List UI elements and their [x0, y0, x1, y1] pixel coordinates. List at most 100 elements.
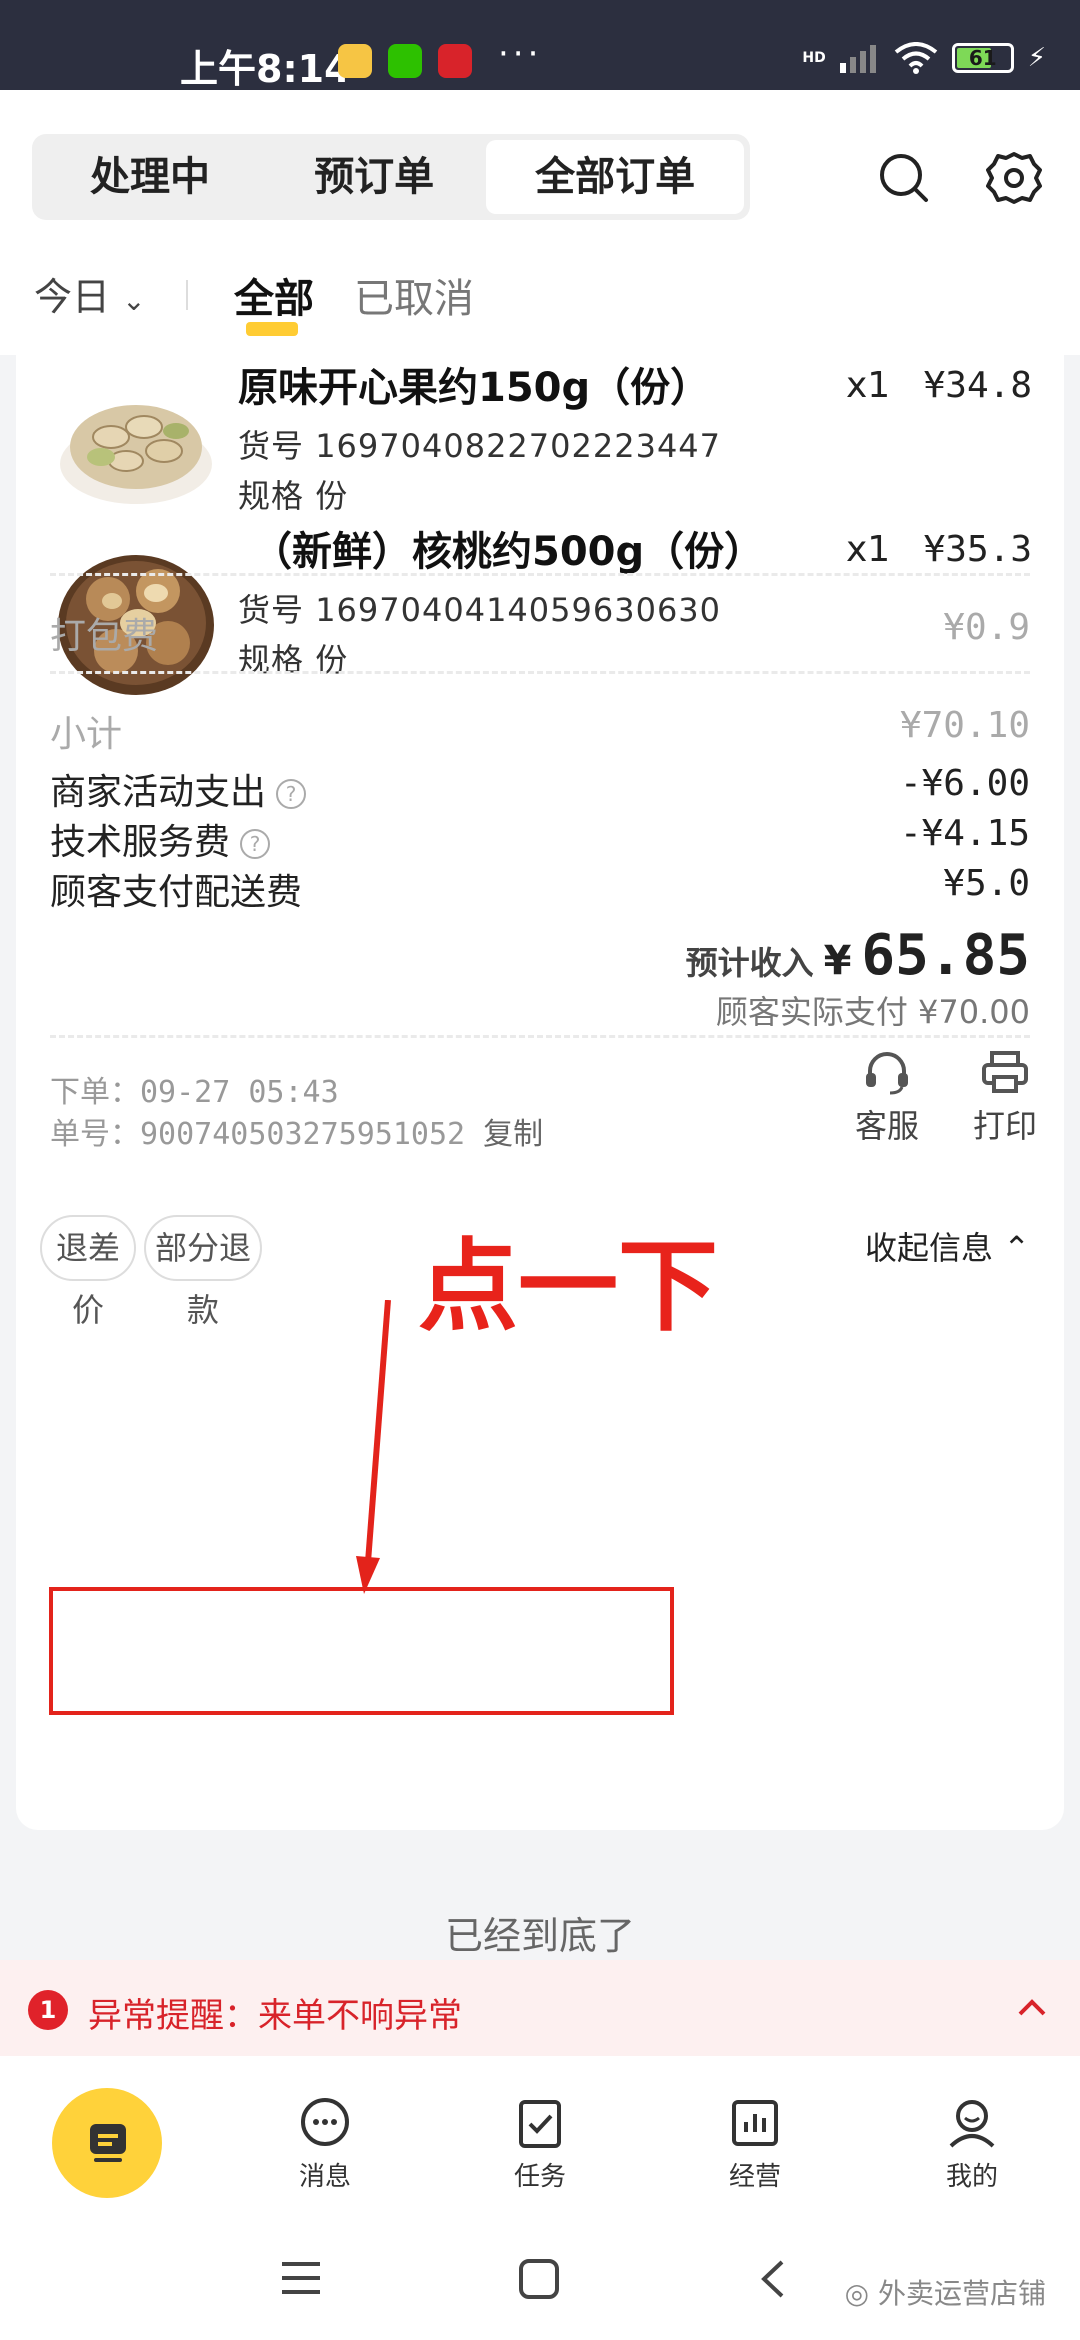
back-icon[interactable]: [758, 2258, 788, 2300]
watermark: ◎ 外卖运营店铺: [845, 2272, 1046, 2312]
subtotal-row: 小计 ¥70.10: [50, 705, 1030, 755]
divider: [50, 671, 1030, 674]
chevron-down-icon: ⌄: [122, 284, 146, 317]
alert-text: 异常提醒：来单不响异常: [88, 1996, 462, 2036]
promo-label: 商家活动支出: [50, 772, 267, 813]
header: 处理中 预订单 全部订单 今日 ⌄ 全部 已取消: [0, 90, 1080, 355]
end-of-list-text: 已经到底了: [444, 1914, 635, 1958]
delivery-fee-value: ¥5.0: [943, 863, 1030, 904]
tab-mine-label: 我的: [945, 2162, 998, 2192]
tab-orders[interactable]: [52, 2088, 162, 2198]
network-type: HD: [802, 50, 826, 66]
print-button[interactable]: 打印: [960, 1049, 1050, 1147]
charging-icon: ⚡: [1027, 43, 1046, 73]
product-sku: 货号 1697040822702223447: [238, 421, 721, 467]
watermark-text: 外卖运营店铺: [877, 2277, 1046, 2310]
date-filter[interactable]: 今日 ⌄: [34, 266, 146, 321]
help-icon[interactable]: ?: [276, 779, 307, 809]
tab-business-label: 经营: [728, 2162, 781, 2192]
home-icon[interactable]: [518, 2258, 560, 2300]
more-notifications-icon: ···: [498, 34, 543, 74]
refund-difference-button[interactable]: 退差价: [40, 1215, 136, 1329]
promo-row: 商家活动支出? -¥6.00: [50, 763, 1030, 813]
help-icon[interactable]: ?: [240, 829, 271, 859]
gear-icon[interactable]: [984, 148, 1044, 208]
profile-icon: [949, 2100, 995, 2148]
product-qty: x1: [846, 529, 891, 570]
annotation-text: 点一下: [418, 1228, 718, 1345]
order-number-value: 900740503275951052: [140, 1117, 466, 1152]
pistachio-image: [60, 405, 212, 504]
wechat-logo-icon: ◎: [844, 2277, 870, 2310]
customer-paid: 顾客实际支付 ¥70.00: [715, 993, 1030, 1031]
packing-fee-value: ¥0.9: [943, 607, 1030, 648]
chevron-up-icon[interactable]: [1014, 1990, 1050, 2026]
bank-app-icon: [438, 44, 472, 78]
service-fee-row: 技术服务费? -¥4.15: [50, 813, 1030, 863]
income-symbol: ¥: [823, 938, 852, 984]
tab-mine[interactable]: 我的: [917, 2096, 1027, 2193]
status-time: 上午8:14: [180, 47, 351, 91]
tab-preorders[interactable]: 预订单: [262, 140, 486, 214]
sku-label: 货号: [238, 427, 305, 465]
order-time: 下单：09-27 05:43: [50, 1067, 339, 1111]
battery-icon: 61: [951, 43, 1014, 73]
annotation-box: [49, 1587, 674, 1715]
product-price: ¥34.8: [923, 365, 1032, 406]
divider: [50, 573, 1030, 576]
tab-business[interactable]: 经营: [700, 2096, 810, 2193]
order-number: 单号：900740503275951052 复制: [50, 1109, 543, 1153]
wifi-icon: [894, 42, 937, 74]
battery-level: 61: [968, 46, 997, 70]
task-icon: [519, 2100, 561, 2148]
partial-refund-button[interactable]: 部分退款: [144, 1215, 262, 1329]
product-qty: x1: [846, 365, 891, 406]
product-price: ¥35.3: [923, 529, 1032, 570]
search-icon[interactable]: [874, 148, 934, 208]
subtotal-label: 小计: [50, 714, 123, 755]
packing-fee-label: 打包费: [50, 616, 159, 657]
app-notification-icon: [338, 44, 372, 78]
collapse-info-label: 收起信息: [865, 1229, 994, 1267]
wechat-icon: [388, 44, 422, 78]
packing-fee-row: 打包费 ¥0.9: [50, 607, 1030, 657]
product-name: 原味开心果约150g（份）: [238, 365, 711, 411]
date-filter-label: 今日: [34, 275, 111, 319]
active-tab-indicator: [246, 322, 298, 336]
income-value: 65.85: [861, 923, 1030, 988]
income-label: 预计收入: [685, 944, 814, 982]
bottom-tab-bar: 消息 任务 经营 我的: [0, 2056, 1080, 2216]
delivery-fee-label: 顾客支付配送费: [50, 872, 303, 913]
delivery-fee-row: 顾客支付配送费 ¥5.0: [50, 863, 1030, 913]
chart-icon: [732, 2100, 778, 2146]
tab-all-orders[interactable]: 全部订单: [486, 140, 744, 214]
sku-value: 1697040822702223447: [315, 427, 722, 465]
tab-tasks-label: 任务: [513, 2162, 566, 2192]
annotation-arrow: [356, 1300, 391, 1594]
order-tabs: 处理中 预订单 全部订单: [32, 134, 750, 220]
menu-icon[interactable]: [280, 2260, 322, 2296]
copy-button[interactable]: 复制: [483, 1117, 543, 1152]
service-fee-value: -¥4.15: [899, 813, 1030, 854]
tab-messages-label: 消息: [298, 2162, 351, 2192]
service-fee-label: 技术服务费: [50, 822, 231, 863]
tab-messages[interactable]: 消息: [270, 2096, 380, 2193]
alert-banner[interactable]: 1 异常提醒：来单不响异常: [0, 1960, 1080, 2056]
customer-service-label: 客服: [854, 1107, 919, 1145]
filter-tab-cancelled[interactable]: 已取消: [354, 266, 474, 324]
estimated-income: 预计收入 ¥65.85: [686, 923, 1030, 988]
collapse-info-button[interactable]: 收起信息 ⌃: [865, 1223, 1030, 1269]
headset-icon: [866, 1052, 908, 1095]
status-bar: 上午8:14 ··· HD 61 ⚡: [0, 0, 1080, 91]
signal-icon: [839, 45, 876, 73]
order-number-label: 单号：: [50, 1117, 140, 1152]
customer-service-button[interactable]: 客服: [842, 1049, 932, 1147]
filter-tab-all[interactable]: 全部: [234, 266, 314, 324]
order-time-label: 下单：: [50, 1075, 140, 1110]
tab-tasks[interactable]: 任务: [485, 2096, 595, 2193]
filter-row: 今日 ⌄ 全部 已取消: [0, 258, 1080, 338]
print-label: 打印: [972, 1107, 1037, 1145]
tab-processing[interactable]: 处理中: [38, 140, 262, 214]
alert-count-badge: 1: [28, 1990, 68, 2030]
subtotal-value: ¥70.10: [899, 705, 1030, 746]
